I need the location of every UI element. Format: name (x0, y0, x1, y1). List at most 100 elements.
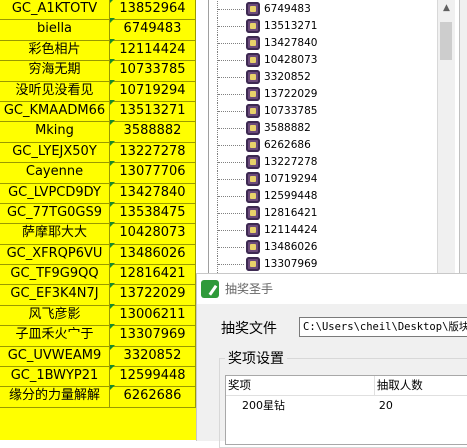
name-cell[interactable]: GC_1BWYP21 (0, 365, 110, 387)
id-cell[interactable]: 13513271 (110, 99, 196, 122)
name-cell[interactable]: 子皿禾火宀于 (0, 324, 110, 346)
id-cell[interactable]: 13538475 (110, 201, 196, 224)
list-item[interactable]: 10733785 (217, 103, 437, 120)
list-item[interactable]: 6749483 (217, 1, 437, 18)
tree-list[interactable]: 6749483 13513271 13427840 10428073 3320852 13… (217, 1, 437, 290)
name-cell[interactable]: biella (0, 18, 110, 40)
id-cell[interactable]: 10733785 (110, 59, 196, 81)
table-row[interactable]: 萨摩耶大大 10428073 (0, 222, 196, 245)
name-cell[interactable]: GC_LVPCD9DY (0, 181, 110, 203)
table-row[interactable]: 穷海无期 10733785 (0, 59, 196, 82)
column-header-prize[interactable]: 奖项 (226, 376, 375, 395)
table-row[interactable]: GC_UVWEAM9 3320852 (0, 344, 196, 368)
table-row[interactable]: GC_1BWYP21 12599448 (0, 365, 196, 388)
table-row[interactable]: biella 6749483 (0, 18, 196, 41)
id-cell[interactable]: 13307969 (110, 324, 196, 346)
list-item[interactable]: 12599448 (217, 188, 437, 205)
table-row[interactable]: GC_EF3K4N7J 13722029 (0, 283, 196, 306)
name-cell[interactable]: GC_TF9G9QQ (0, 263, 110, 285)
id-cell[interactable]: 3588882 (110, 120, 196, 142)
scroll-up-arrow-icon[interactable]: ▲ (438, 0, 455, 17)
name-cell[interactable]: 萨摩耶大大 (0, 222, 110, 244)
id-cell[interactable]: 12599448 (110, 365, 196, 387)
list-item-label: 12599448 (264, 190, 318, 202)
book-icon (246, 172, 260, 186)
list-item[interactable]: 12114424 (217, 222, 437, 239)
table-row[interactable]: 缘分的力量解解 6262686 (0, 385, 196, 408)
name-cell[interactable]: GC_LYEJX50Y (0, 140, 110, 163)
table-row[interactable]: Cayenne 13077706 (0, 161, 196, 184)
list-item[interactable]: 13486026 (217, 239, 437, 256)
table-row[interactable]: 没听见没看见 10719294 (0, 79, 196, 102)
name-cell[interactable]: 穷海无期 (0, 59, 110, 81)
name-cell[interactable]: 风飞彦影 (0, 303, 110, 326)
prize-table[interactable]: 奖项 抽取人数 200星钻 20 (225, 375, 467, 445)
id-cell[interactable]: 13077706 (110, 161, 196, 183)
name-cell[interactable]: GC_A1KTOTV (0, 0, 110, 20)
table-row[interactable]: GC_A1KTOTV 13852964 (0, 0, 196, 21)
tree-list-window[interactable]: 6749483 13513271 13427840 10428073 3320852 13… (208, 0, 467, 290)
name-cell[interactable]: GC_UVWEAM9 (0, 344, 110, 367)
comment-marker-icon (110, 344, 115, 350)
book-icon (246, 155, 260, 169)
table-row[interactable]: GC_77TG0GS9 13538475 (0, 201, 196, 225)
table-row[interactable]: 风飞彦影 13006211 (0, 303, 196, 327)
id-cell[interactable]: 13486026 (110, 242, 196, 265)
id-cell[interactable]: 10428073 (110, 222, 196, 244)
list-item[interactable]: 13722029 (217, 86, 437, 103)
book-icon (246, 19, 260, 33)
list-item[interactable]: 13307969 (217, 256, 437, 273)
list-item[interactable]: 13227278 (217, 154, 437, 171)
name-cell[interactable]: Mking (0, 120, 110, 142)
table-row[interactable]: GC_LVPCD9DY 13427840 (0, 181, 196, 204)
book-icon (246, 189, 260, 203)
table-row[interactable]: GC_XFRQP6VU 13486026 (0, 242, 196, 266)
list-item[interactable]: 3588882 (217, 120, 437, 137)
file-path-input[interactable]: C:\Users\cheil\Desktop\版块 (299, 317, 467, 337)
name-cell[interactable]: 彩色相片 (0, 38, 110, 61)
id-cell[interactable]: 13852964 (110, 0, 196, 20)
id-cell[interactable]: 13006211 (110, 303, 196, 326)
list-item[interactable]: 6262686 (217, 137, 437, 154)
book-icon (246, 240, 260, 254)
id-cell[interactable]: 13722029 (110, 283, 196, 305)
table-row[interactable]: 子皿禾火宀于 13307969 (0, 324, 196, 347)
id-cell[interactable]: 13227278 (110, 140, 196, 163)
table-row[interactable]: GC_LYEJX50Y 13227278 (0, 140, 196, 164)
table-row[interactable]: GC_KMAADM66 13513271 (0, 99, 196, 123)
name-cell[interactable]: GC_XFRQP6VU (0, 242, 110, 265)
list-item[interactable]: 10719294 (217, 171, 437, 188)
table-row[interactable]: Mking 3588882 (0, 120, 196, 143)
id-cell[interactable]: 6749483 (110, 18, 196, 40)
list-item[interactable]: 13513271 (217, 18, 437, 35)
column-header-count[interactable]: 抽取人数 (375, 376, 467, 395)
name-cell[interactable]: 没听见没看见 (0, 79, 110, 101)
id-cell[interactable]: 10719294 (110, 79, 196, 101)
id-cell[interactable]: 12114424 (110, 38, 196, 61)
tree-line (218, 230, 244, 231)
title-bar[interactable]: 抽奖圣手 (197, 274, 467, 304)
list-item[interactable]: 13427840 (217, 35, 437, 52)
list-item[interactable]: 12816421 (217, 205, 437, 222)
scroll-thumb[interactable] (440, 22, 452, 60)
name-cell[interactable]: Cayenne (0, 161, 110, 183)
table-row[interactable]: 200星钻 20 (226, 396, 467, 416)
book-icon (246, 2, 260, 16)
table-row[interactable]: GC_TF9G9QQ 12816421 (0, 263, 196, 286)
table-row[interactable]: 彩色相片 12114424 (0, 38, 196, 62)
name-cell[interactable]: 缘分的力量解解 (0, 385, 110, 407)
list-item-label: 10719294 (264, 173, 318, 185)
id-cell[interactable]: 6262686 (110, 385, 196, 407)
vertical-scrollbar[interactable]: ▲ (437, 0, 455, 286)
id-cell[interactable]: 13427840 (110, 181, 196, 203)
list-item[interactable]: 3320852 (217, 69, 437, 86)
list-item[interactable]: 10428073 (217, 52, 437, 69)
name-cell[interactable]: GC_77TG0GS9 (0, 201, 110, 224)
id-cell[interactable]: 3320852 (110, 344, 196, 367)
book-icon (246, 206, 260, 220)
spreadsheet-grid[interactable]: GC_A1KTOTV 13852964 biella 6749483 彩色相片 12114… (0, 0, 196, 440)
name-cell[interactable]: GC_EF3K4N7J (0, 283, 110, 305)
name-cell[interactable]: GC_KMAADM66 (0, 99, 110, 122)
tree-line (218, 145, 244, 146)
id-cell[interactable]: 12816421 (110, 263, 196, 285)
